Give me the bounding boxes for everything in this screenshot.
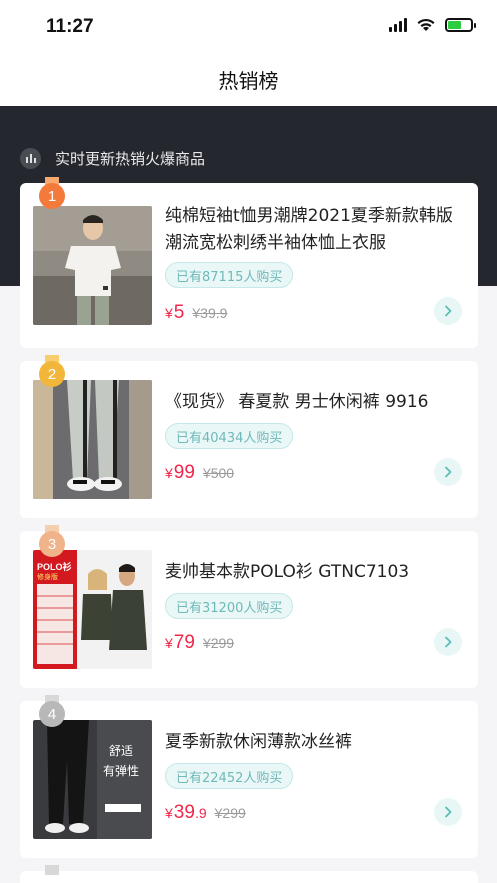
chevron-right-icon: [445, 636, 452, 648]
product-title[interactable]: 夏季新款休闲薄款冰丝裤: [165, 729, 455, 756]
chevron-right-icon: [445, 305, 452, 317]
product-card-3[interactable]: POLO衫 修身版 3 麦帅基本款POLO衫 GTNC7103 已有31200人…: [20, 525, 478, 688]
price-row: ¥5 ¥39.9: [165, 302, 227, 324]
current-price: ¥99: [165, 462, 195, 483]
image-text-stretch: 有弹性: [103, 764, 140, 778]
product-card-2[interactable]: 2 《现货》 春夏款 男士休闲裤 9916 已有40434人购买 ¥99 ¥50…: [20, 355, 478, 518]
status-bar: 11:27: [0, 0, 497, 52]
rank-badge: 4: [37, 695, 67, 729]
nav-bar: 热销榜: [0, 52, 497, 106]
go-detail-button[interactable]: [434, 297, 462, 325]
product-title[interactable]: 《现货》 春夏款 男士休闲裤 9916: [165, 389, 455, 416]
status-icons: [389, 17, 476, 32]
hero-subtitle: 实时更新热销火爆商品: [55, 150, 206, 168]
product-card-4[interactable]: 舒适 有弹性 4 夏季新款休闲薄款冰丝裤 已有22452人购买 ¥39.9 ¥2…: [20, 695, 478, 858]
rank-badge: 2: [37, 355, 67, 389]
product-title[interactable]: 麦帅基本款POLO衫 GTNC7103: [165, 559, 455, 586]
original-price: ¥299: [202, 635, 235, 651]
price-row: ¥99 ¥500: [165, 462, 234, 484]
rank-badge: 3: [37, 525, 67, 559]
chevron-right-icon: [445, 466, 452, 478]
original-price: ¥500: [202, 465, 235, 481]
go-detail-button[interactable]: [434, 458, 462, 486]
chevron-right-icon: [445, 806, 452, 818]
rank-number: 2: [39, 361, 65, 387]
sold-count-badge: 已有87115人购买: [165, 262, 294, 288]
sold-count-badge: 已有31200人购买: [165, 593, 294, 619]
rank-badge: [37, 865, 67, 883]
sold-count-badge: 已有40434人购买: [165, 423, 294, 449]
product-image: 舒适 有弹性: [33, 720, 152, 839]
page-title: 热销榜: [218, 68, 279, 93]
rank-number: 3: [39, 531, 65, 557]
current-price: ¥39.9: [165, 802, 207, 823]
product-title[interactable]: 纯棉短袖t恤男潮牌2021夏季新款韩版潮流宽松刺绣半袖体恤上衣服: [165, 203, 455, 257]
go-detail-button[interactable]: [434, 628, 462, 656]
rank-badge: 1: [37, 177, 67, 211]
product-card-1[interactable]: 1 纯棉短袖t恤男潮牌2021夏季新款韩版潮流宽松刺绣半袖体恤上衣服 已有871…: [20, 177, 478, 348]
image-tag-text: 修身版: [37, 574, 58, 581]
current-price: ¥5: [165, 302, 185, 323]
chart-bars-icon: [20, 148, 41, 169]
wifi-icon: [417, 18, 435, 31]
hero-row: 实时更新热销火爆商品: [20, 148, 205, 169]
go-detail-button[interactable]: [434, 798, 462, 826]
original-price: ¥39.9: [192, 305, 228, 321]
product-image: POLO衫 修身版: [33, 550, 152, 669]
battery-icon: [445, 17, 476, 32]
original-price: ¥299: [214, 805, 246, 821]
signal-icon: [389, 17, 407, 32]
status-time: 11:27: [46, 16, 94, 37]
sold-count-badge: 已有22452人购买: [165, 763, 294, 789]
current-price: ¥79: [165, 632, 195, 653]
price-row: ¥79 ¥299: [165, 632, 234, 654]
rank-number: 4: [39, 701, 65, 727]
product-image: [33, 206, 152, 325]
image-text-comfort: 舒适: [109, 744, 134, 758]
rank-number: 1: [39, 183, 65, 209]
product-card-5-partial[interactable]: [20, 865, 478, 883]
price-row: ¥39.9 ¥299: [165, 802, 246, 824]
product-image: [33, 380, 152, 499]
